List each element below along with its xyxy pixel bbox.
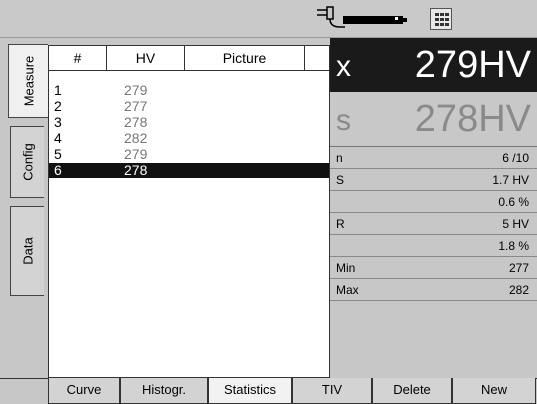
row-index: 2 xyxy=(54,98,62,114)
table-row[interactable]: 5 279 xyxy=(49,147,329,162)
row-hv: 279 xyxy=(124,82,148,98)
stat-value: 0.6 % xyxy=(498,195,529,209)
table-header: # HV Picture xyxy=(49,46,329,71)
stat-value: 5 HV xyxy=(502,217,529,231)
row-index: 6 xyxy=(54,162,62,178)
calculator-icon[interactable] xyxy=(430,8,452,30)
stat-label: Min xyxy=(336,261,356,275)
stat-row-n: n 6 /10 xyxy=(330,147,537,169)
bottom-tab-bar: Curve Histogr. Statistics TIV Delete New xyxy=(0,378,537,404)
measurement-table: # HV Picture 1 279 2 277 3 278 4 282 5 2… xyxy=(48,45,330,378)
mean-unit: HV xyxy=(478,44,531,86)
status-bar xyxy=(0,0,537,38)
row-hv: 277 xyxy=(124,98,148,114)
tab-measure[interactable]: Measure xyxy=(8,44,48,118)
table-row[interactable]: 3 278 xyxy=(49,115,329,130)
stat-value: 6 /10 xyxy=(502,151,529,165)
row-index: 1 xyxy=(54,82,62,98)
stat-row-s-percent: 0.6 % xyxy=(330,191,537,213)
stat-row-max: Max 282 xyxy=(330,279,537,301)
row-hv: 278 xyxy=(124,162,148,178)
last-number: 278 xyxy=(414,98,479,140)
power-plug-battery-icon xyxy=(317,6,407,28)
stat-value: 1.8 % xyxy=(498,239,529,253)
mean-number: 279 xyxy=(414,44,479,86)
tab-measure-label: Measure xyxy=(21,55,36,107)
mean-value: 279HV xyxy=(415,44,531,87)
stat-row-min: Min 277 xyxy=(330,257,537,279)
tab-data[interactable]: Data xyxy=(10,206,44,296)
last-symbol: s xyxy=(336,104,351,137)
last-value: 278HV xyxy=(415,98,531,141)
tab-histogram[interactable]: Histogr. xyxy=(120,378,208,404)
row-hv: 278 xyxy=(124,114,148,130)
stat-row-s: S 1.7 HV xyxy=(330,169,537,191)
stat-value: 1.7 HV xyxy=(492,173,529,187)
col-header-index[interactable]: # xyxy=(49,46,107,70)
table-row[interactable]: 2 277 xyxy=(49,99,329,114)
last-value-display: s 278HV xyxy=(330,92,537,147)
row-hv: 282 xyxy=(124,130,148,146)
stat-value: 282 xyxy=(508,283,529,297)
tab-tiv[interactable]: TIV xyxy=(292,378,372,404)
table-row[interactable]: 4 282 xyxy=(49,131,329,146)
stat-row-r: R 5 HV xyxy=(330,213,537,235)
stat-label: R xyxy=(336,217,345,231)
col-header-hv[interactable]: HV xyxy=(107,46,185,70)
stat-row-r-percent: 1.8 % xyxy=(330,235,537,257)
stat-label: Max xyxy=(336,283,359,297)
mean-symbol: x xyxy=(336,50,351,83)
side-tab-bar: Measure Config Data xyxy=(0,38,48,403)
tab-config-label: Config xyxy=(20,143,35,181)
stat-value: 277 xyxy=(508,261,529,275)
row-index: 3 xyxy=(54,114,62,130)
new-button[interactable]: New xyxy=(452,378,536,404)
tab-config[interactable]: Config xyxy=(10,126,44,198)
statistics-panel: x 279HV s 278HV n 6 /10 S 1.7 HV 0.6 % R… xyxy=(330,38,537,378)
tab-data-label: Data xyxy=(20,237,35,265)
row-index: 5 xyxy=(54,146,62,162)
stat-label: S xyxy=(336,173,345,187)
row-hv: 279 xyxy=(124,146,148,162)
tab-statistics[interactable]: Statistics xyxy=(208,378,292,404)
tab-curve[interactable]: Curve xyxy=(48,378,120,404)
row-index: 4 xyxy=(54,130,62,146)
stat-label: n xyxy=(336,151,343,165)
table-row-selected[interactable]: 6 278 xyxy=(49,163,329,178)
last-unit: HV xyxy=(478,98,531,140)
delete-button[interactable]: Delete xyxy=(372,378,452,404)
col-header-picture[interactable]: Picture xyxy=(185,46,305,70)
mean-display: x 279HV xyxy=(330,38,537,92)
table-row[interactable]: 1 279 xyxy=(49,83,329,98)
